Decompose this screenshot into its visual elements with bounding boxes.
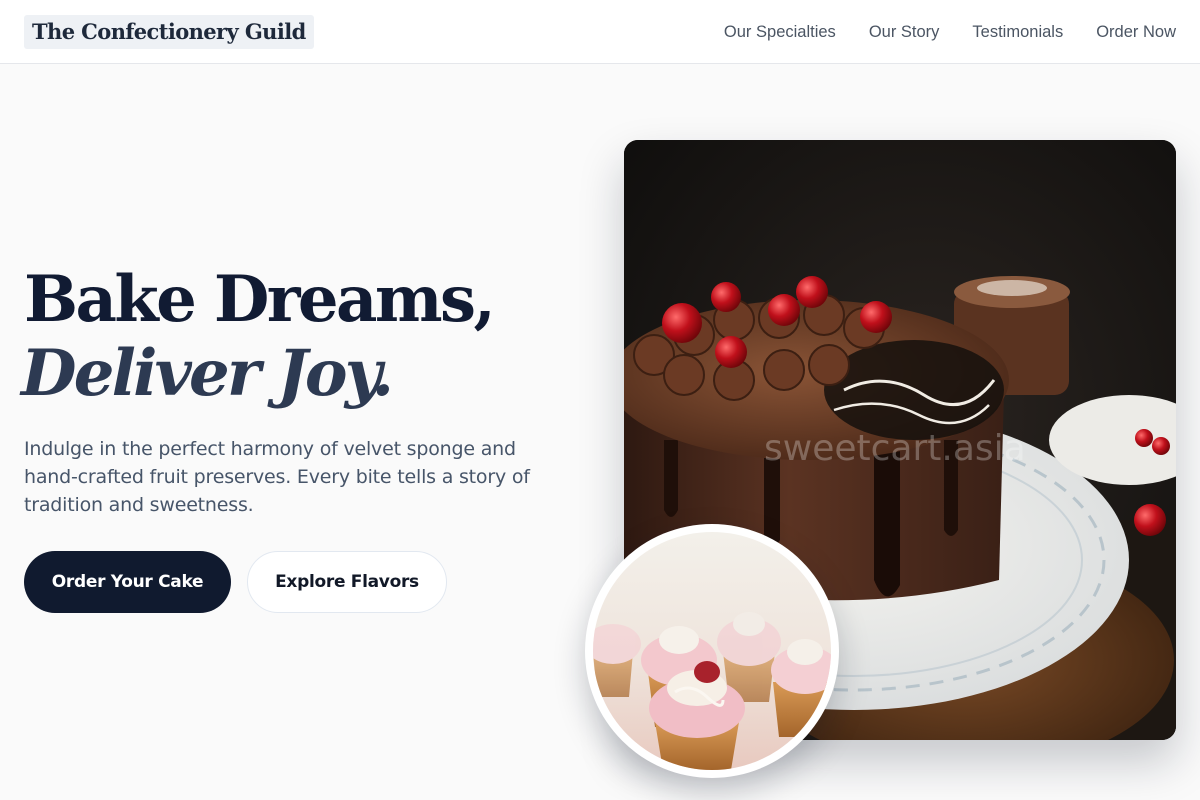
cupcakes-inset-photo [585,524,839,778]
photo-watermark: sweetcart.asia [764,428,1026,469]
headline-line-2: Deliver Joy. [21,336,394,411]
hero-description: Indulge in the perfect harmony of velvet… [24,438,530,516]
site-header: The Confectionery Guild Our Specialties … [0,0,1200,64]
main-nav: Our Specialties Our Story Testimonials O… [691,0,1176,64]
nav-item-order-now[interactable]: Order Now [1096,23,1176,42]
nav-item-our-specialties[interactable]: Our Specialties [724,23,836,42]
nav-item-testimonials[interactable]: Testimonials [972,23,1063,42]
order-cake-button[interactable]: Order Your Cake [24,551,231,613]
hero-headline: Bake Dreams, Deliver Joy. [21,262,584,411]
nav-item-our-story[interactable]: Our Story [869,23,940,42]
site-logo[interactable]: The Confectionery Guild [24,15,314,49]
headline-line-1: Bake Dreams, [24,262,496,337]
explore-flavors-button[interactable]: Explore Flavors [247,551,447,613]
